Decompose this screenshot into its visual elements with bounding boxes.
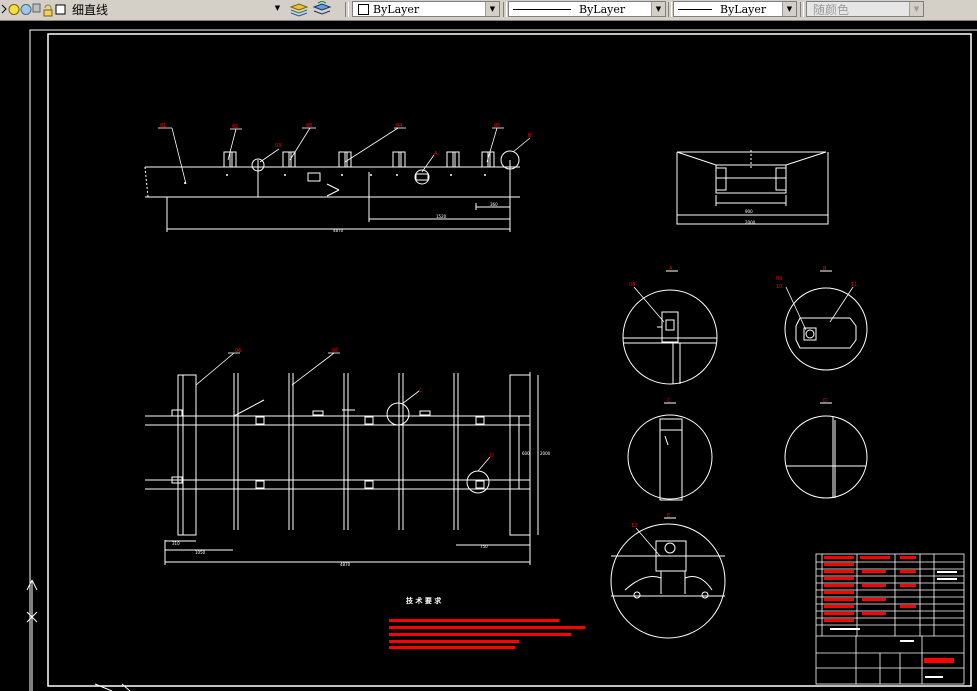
svg-text:04: 04	[396, 123, 402, 129]
lineweight-value: ByLayer	[720, 2, 767, 16]
svg-text:2000: 2000	[540, 451, 551, 456]
ucs-icon	[26, 579, 131, 691]
layer-dropdown[interactable]: 细直线 ▼	[66, 1, 286, 17]
technical-requirements: 技 术 要 求	[389, 596, 585, 649]
svg-text:B: B	[528, 133, 532, 139]
lock-icon	[44, 4, 52, 10]
svg-text:03: 03	[306, 123, 312, 129]
top-elevation-view: 4870 1520 360	[144, 150, 520, 233]
plotstyle-value: 随颜色	[813, 2, 850, 17]
svg-text:A: A	[669, 266, 673, 272]
svg-text:06: 06	[235, 348, 241, 354]
svg-text:07: 07	[332, 348, 338, 354]
lineweight-dropdown[interactable]: ByLayer ▼	[673, 1, 797, 17]
lightbulb-icon	[8, 4, 20, 15]
side-view: 900 2000	[676, 150, 829, 225]
svg-text:360: 360	[490, 202, 498, 207]
color-value: ByLayer	[373, 2, 420, 16]
layer-tools	[288, 1, 334, 18]
svg-text:1050: 1050	[195, 550, 206, 555]
top-view-leaders	[158, 127, 531, 185]
svg-text:1520: 1520	[436, 214, 447, 219]
plan-view: 4870 1050 750 310 600 2000	[145, 372, 551, 567]
inner-border	[47, 33, 972, 687]
svg-text:03: 03	[275, 143, 281, 149]
svg-text:05: 05	[494, 123, 500, 129]
svg-text:4870: 4870	[333, 228, 344, 233]
color-swatch-icon	[55, 4, 66, 15]
detail-view-labels: AB CD E 080910 1112	[629, 266, 857, 529]
plotstyle-dropdown: 随颜色 ▼	[806, 1, 924, 17]
layer-state-icons[interactable]	[0, 1, 66, 18]
chevron-down-icon[interactable]: ▼	[271, 1, 284, 15]
svg-text:01: 01	[160, 123, 166, 129]
svg-text:E: E	[667, 513, 670, 519]
color-swatch-icon	[358, 3, 369, 15]
plan-view-leaders	[195, 352, 491, 472]
layers-stack-icon[interactable]	[289, 3, 309, 17]
color-dropdown[interactable]: ByLayer ▼	[352, 1, 500, 17]
svg-text:750: 750	[480, 544, 488, 549]
sun-freeze-icon	[20, 4, 32, 15]
svg-text:C: C	[667, 398, 671, 404]
svg-text:A: A	[434, 151, 438, 157]
chevron-down-icon[interactable]: ▼	[782, 2, 796, 16]
linetype-value: ByLayer	[579, 2, 626, 16]
svg-text:D: D	[490, 453, 494, 459]
plan-view-balloons: 06 07 C D	[235, 348, 494, 459]
title-block	[815, 553, 965, 685]
layer-previous-icon[interactable]	[312, 1, 332, 15]
svg-text:900: 900	[745, 209, 753, 214]
drawing-canvas[interactable]: 4870 1520 360 01 02 03 03 04 A 05 B 900 200…	[0, 21, 977, 691]
svg-text:11: 11	[851, 282, 857, 288]
svg-text:310: 310	[172, 541, 180, 546]
tech-requirements-title: 技 术 要 求	[406, 596, 442, 605]
chevron-down-icon[interactable]: ▼	[651, 2, 665, 16]
svg-text:B: B	[823, 266, 827, 272]
chevron-down-icon: ▼	[909, 2, 923, 16]
svg-text:10: 10	[776, 284, 782, 290]
svg-text:4870: 4870	[340, 562, 351, 567]
chevron-down-icon[interactable]: ▼	[485, 2, 499, 16]
svg-text:02: 02	[232, 124, 238, 130]
svg-text:D: D	[823, 398, 827, 404]
layer-icons[interactable]	[0, 1, 66, 18]
svg-text:600: 600	[522, 451, 530, 456]
svg-text:C: C	[419, 388, 423, 394]
lineweight-sample	[678, 8, 712, 10]
svg-text:09: 09	[776, 276, 782, 282]
layer-name: 细直线	[72, 2, 109, 17]
linetype-sample	[513, 8, 571, 10]
properties-toolbar: 细直线 ▼ ByLayer ▼ ByLayer ▼ ByLayer ▼ 随颜色 …	[0, 0, 977, 21]
linetype-dropdown[interactable]: ByLayer ▼	[508, 1, 666, 17]
svg-text:2000: 2000	[745, 220, 756, 225]
